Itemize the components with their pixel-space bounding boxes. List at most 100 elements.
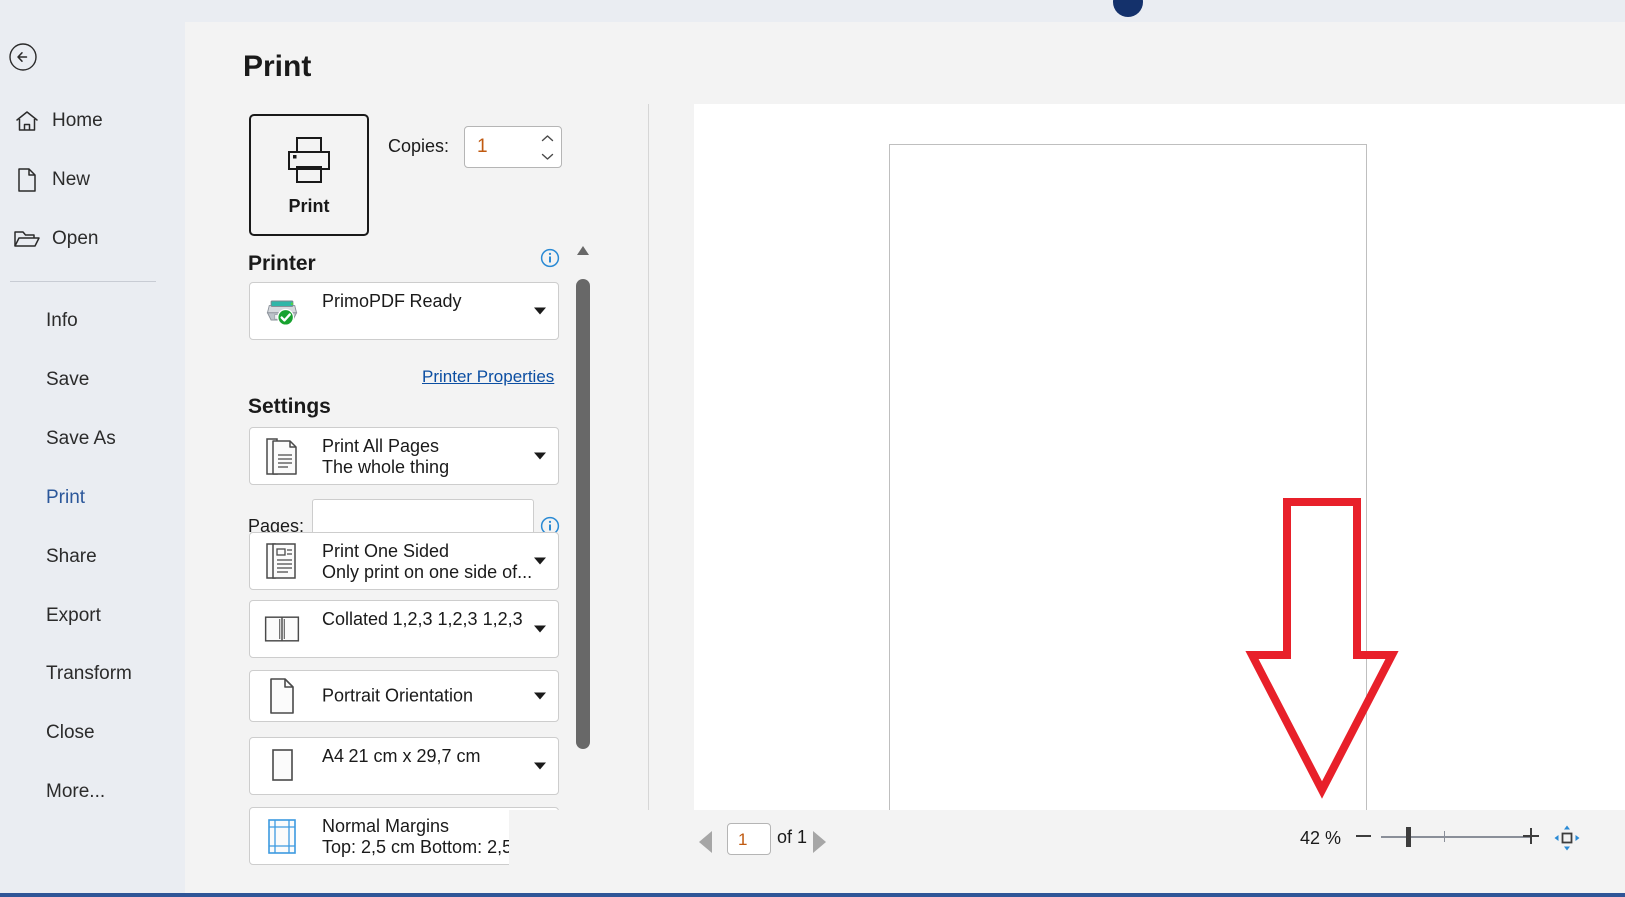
prev-page-arrow-icon[interactable] (699, 831, 712, 853)
zoom-percent-label[interactable]: 42 % (1300, 828, 1341, 849)
sidebar-item-label: New (52, 169, 91, 190)
print-sides-select[interactable]: Print One Sided Only print on one side o… (249, 532, 559, 590)
backstage-sidebar: Home New Open Info Save Save As Print Sh… (0, 0, 185, 897)
window-top-strip (0, 0, 1625, 22)
sidebar-divider (10, 281, 156, 282)
scroll-up-arrow-icon[interactable] (577, 246, 589, 255)
settings-section-heading: Settings (248, 395, 331, 418)
all-pages-icon (262, 436, 302, 476)
chevron-down-icon (534, 557, 546, 565)
orientation-select[interactable]: Portrait Orientation (249, 670, 559, 722)
paper-size-text: A4 21 cm x 29,7 cm (322, 746, 524, 767)
one-sided-icon (262, 541, 302, 581)
sidebar-item-label: Open (52, 228, 99, 249)
current-page-input[interactable]: 1 (727, 823, 771, 855)
print-button[interactable]: Print (249, 114, 369, 236)
sidebar-item-label: Transform (46, 663, 132, 684)
zoom-slider-midpoint-tick (1444, 831, 1445, 842)
print-main-pane: Print Print Copies: 1 Printer PrimoPDF R… (185, 22, 1625, 897)
sidebar-item-home[interactable]: Home (0, 100, 185, 142)
pages-input[interactable] (312, 499, 534, 535)
folder-icon (12, 226, 42, 252)
option-secondary: Only print on one side of... (322, 562, 533, 582)
sidebar-item-label: Save (46, 369, 90, 390)
collation-select[interactable]: Collated 1,2,3 1,2,3 1,2,3 (249, 600, 559, 658)
zoom-slider-thumb[interactable] (1406, 827, 1411, 847)
sidebar-item-transform[interactable]: Transform (0, 653, 185, 695)
option-primary: A4 (322, 746, 345, 766)
back-button[interactable] (8, 42, 38, 72)
collate-icon (262, 609, 302, 649)
chevron-up-icon (541, 134, 553, 141)
copies-increment-button[interactable] (540, 131, 554, 145)
preview-page (889, 144, 1367, 825)
sidebar-item-new[interactable]: New (0, 159, 185, 201)
page-title: Print (243, 50, 312, 83)
print-sides-text: Print One Sided Only print on one side o… (322, 541, 532, 583)
option-secondary: Top: 2,5 cm Bottom: 2,5 c (322, 837, 527, 857)
print-preview-area[interactable] (694, 104, 1625, 832)
printer-select[interactable]: PrimoPDF Ready (249, 282, 559, 340)
chevron-down-icon (534, 692, 546, 700)
zoom-out-button[interactable] (1356, 835, 1371, 837)
option-primary: Print One Sided (322, 541, 450, 561)
copies-stepper[interactable]: 1 (464, 126, 562, 168)
sidebar-item-open[interactable]: Open (0, 218, 185, 260)
print-backstage-screen: Home New Open Info Save Save As Print Sh… (0, 0, 1625, 897)
printer-info-icon[interactable] (540, 248, 560, 268)
sidebar-item-save[interactable]: Save (0, 359, 185, 401)
option-primary: Collated (322, 609, 389, 629)
printer-section-heading: Printer (248, 252, 316, 275)
sidebar-item-label: Share (46, 546, 97, 567)
chevron-down-icon (541, 153, 553, 160)
option-primary: Normal Margins (322, 816, 450, 836)
margins-icon (262, 816, 302, 856)
zoom-in-button[interactable] (1523, 828, 1539, 844)
sidebar-item-label: Info (46, 310, 78, 331)
settings-scrollbar[interactable] (575, 236, 591, 876)
print-button-label: Print (288, 195, 330, 216)
back-arrow-icon (9, 43, 37, 71)
printer-icon (288, 136, 330, 183)
pane-divider (648, 104, 649, 876)
option-secondary: 21 cm x 29,7 cm (348, 746, 481, 766)
chevron-down-icon (534, 762, 546, 770)
chevron-down-icon (534, 452, 546, 460)
portrait-icon (262, 676, 302, 716)
sidebar-item-info[interactable]: Info (0, 300, 185, 342)
printer-properties-link[interactable]: Printer Properties (422, 367, 554, 387)
print-range-select[interactable]: Print All Pages The whole thing (249, 427, 559, 485)
printer-device-icon (262, 291, 302, 331)
chevron-down-icon (534, 307, 546, 315)
page-count-label: of 1 (777, 827, 808, 847)
sidebar-item-label: Export (46, 605, 101, 626)
sidebar-item-more[interactable]: More... (0, 771, 185, 813)
chevron-down-icon (534, 625, 546, 633)
copies-decrement-button[interactable] (540, 149, 554, 163)
page-icon (12, 167, 42, 193)
paper-size-select[interactable]: A4 21 cm x 29,7 cm (249, 737, 559, 795)
zoom-slider-track[interactable] (1381, 836, 1531, 838)
paper-size-icon (262, 746, 302, 786)
sidebar-item-print[interactable]: Print (0, 477, 185, 519)
sidebar-item-label: More... (46, 781, 106, 802)
next-page-arrow-icon[interactable] (813, 831, 826, 853)
sidebar-item-label: Print (46, 487, 86, 508)
sidebar-item-export[interactable]: Export (0, 595, 185, 637)
option-secondary: The whole thing (322, 457, 450, 477)
printer-status: Ready (409, 291, 462, 311)
sidebar-item-close[interactable]: Close (0, 712, 185, 754)
avatar[interactable] (1113, 0, 1143, 17)
window-bottom-border (0, 893, 1625, 897)
preview-status-bar: 1 of 1 42 % (509, 810, 1625, 897)
option-primary: Print All Pages (322, 436, 440, 456)
scrollbar-thumb[interactable] (576, 279, 590, 749)
orientation-text: Portrait Orientation (322, 686, 524, 707)
sidebar-item-label: Home (52, 110, 103, 131)
sidebar-item-save-as[interactable]: Save As (0, 418, 185, 460)
zoom-to-page-button[interactable] (1553, 824, 1581, 852)
option-secondary: 1,2,3 1,2,3 1,2,3 (392, 609, 523, 629)
sidebar-item-share[interactable]: Share (0, 536, 185, 578)
collation-text: Collated 1,2,3 1,2,3 1,2,3 (322, 609, 524, 630)
home-icon (12, 108, 42, 134)
